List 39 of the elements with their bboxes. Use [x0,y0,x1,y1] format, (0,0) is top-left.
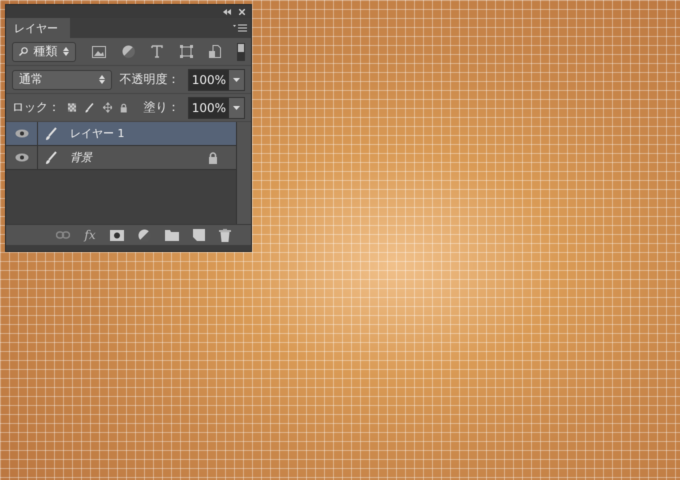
eye-icon[interactable] [14,153,28,162]
transform-icon[interactable] [180,45,193,58]
half-circle-icon[interactable] [122,45,136,58]
eye-icon[interactable] [14,129,28,138]
close-icon[interactable] [239,8,245,14]
brush-icon [44,150,58,164]
layer-row[interactable]: レイヤー 1 [6,122,236,146]
folder-icon[interactable] [164,230,179,240]
brush-icon [44,126,58,140]
stepper-icon [98,75,105,84]
image-icon[interactable] [92,46,106,58]
document-icon[interactable] [208,45,221,58]
collapse-icon[interactable] [223,8,231,14]
blend-mode-value: 通常 [19,71,43,88]
brush-icon [84,100,95,114]
half-circle-icon[interactable] [138,228,151,242]
search-icon [19,47,28,56]
opacity-label: 不透明度： [120,71,180,88]
stepper-icon [63,47,69,56]
panel-tab[interactable]: レイヤー [6,18,70,38]
move-icon[interactable] [102,101,112,114]
fill-label: 塗り： [144,99,180,116]
filter-value: 種類 [34,43,58,60]
trash-icon[interactable] [218,228,231,242]
lock-icon [208,152,218,164]
type-icon[interactable] [151,45,164,58]
blend-mode-select[interactable]: 通常 [12,70,112,90]
checkerboard-icon[interactable] [68,102,76,113]
lock-label: ロック： [12,99,60,116]
new-layer-icon[interactable] [192,229,205,241]
menu-icon[interactable] [233,24,247,32]
filter-select[interactable]: 種類 [12,42,76,62]
layer-name: レイヤー 1 [70,126,126,141]
lock-icon [120,102,128,114]
mask-icon[interactable] [110,230,124,240]
fx-button[interactable]: fx [84,228,96,242]
layer-name: 背景 [70,150,94,165]
toggle-switch-icon[interactable] [237,42,245,60]
layer-row[interactable]: 背景 [6,146,236,170]
